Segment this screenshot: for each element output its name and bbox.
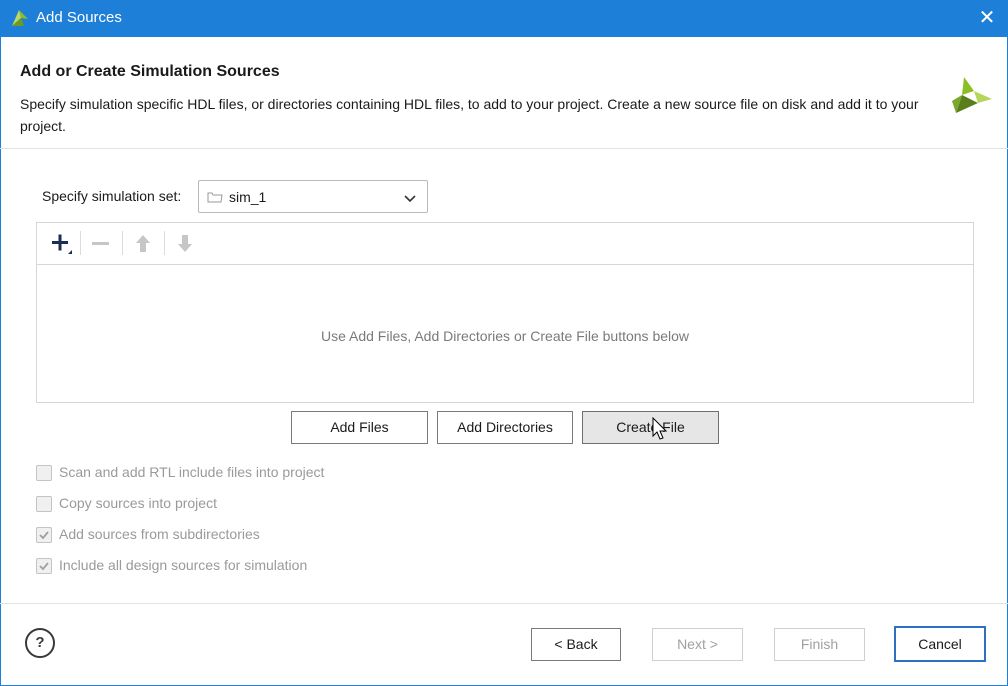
checkbox[interactable]	[36, 465, 52, 481]
remove-icon	[88, 231, 114, 257]
option-label: Scan and add RTL include files into proj…	[59, 464, 325, 480]
checkbox[interactable]	[36, 496, 52, 512]
add-directories-button[interactable]: Add Directories	[437, 411, 573, 444]
add-files-button[interactable]: Add Files	[291, 411, 428, 444]
footer-divider	[0, 603, 1008, 604]
page-description: Specify simulation specific HDL files, o…	[20, 96, 919, 134]
simulation-set-dropdown[interactable]: sim_1	[198, 180, 428, 213]
chevron-down-icon	[403, 191, 417, 205]
next-button[interactable]: Next >	[652, 628, 743, 661]
app-logo-icon	[10, 8, 30, 28]
cancel-button[interactable]: Cancel	[894, 626, 986, 662]
window-title: Add Sources	[36, 9, 122, 26]
finish-button[interactable]: Finish	[774, 628, 865, 661]
page-title: Add or Create Simulation Sources	[20, 63, 280, 80]
folder-icon	[207, 190, 223, 204]
back-button[interactable]: < Back	[531, 628, 621, 661]
toolbar-divider	[164, 231, 165, 255]
option-label: Copy sources into project	[59, 495, 217, 511]
toolbar-divider	[122, 231, 123, 255]
simulation-set-label: Specify simulation set:	[42, 188, 182, 204]
add-icon[interactable]	[49, 231, 75, 257]
close-icon[interactable]: ✕	[974, 5, 1000, 31]
move-up-icon	[130, 231, 156, 257]
option-label: Add sources from subdirectories	[59, 526, 260, 542]
create-file-button[interactable]: Create File	[582, 411, 719, 444]
header-divider	[0, 148, 1008, 149]
help-button[interactable]: ?	[25, 628, 55, 658]
checkbox[interactable]	[36, 558, 52, 574]
source-file-list[interactable]: Use Add Files, Add Directories or Create…	[36, 222, 974, 403]
option-label: Include all design sources for simulatio…	[59, 557, 308, 573]
simulation-set-value: sim_1	[229, 189, 267, 205]
file-list-toolbar	[37, 223, 973, 265]
toolbar-divider	[80, 231, 81, 255]
title-bar: Add Sources ✕	[0, 0, 1008, 37]
checkmark-icon	[39, 562, 49, 571]
move-down-icon	[172, 231, 198, 257]
empty-list-message: Use Add Files, Add Directories or Create…	[320, 328, 690, 344]
vivado-logo-icon	[950, 75, 994, 115]
checkbox[interactable]	[36, 527, 52, 543]
checkmark-icon	[39, 531, 49, 540]
